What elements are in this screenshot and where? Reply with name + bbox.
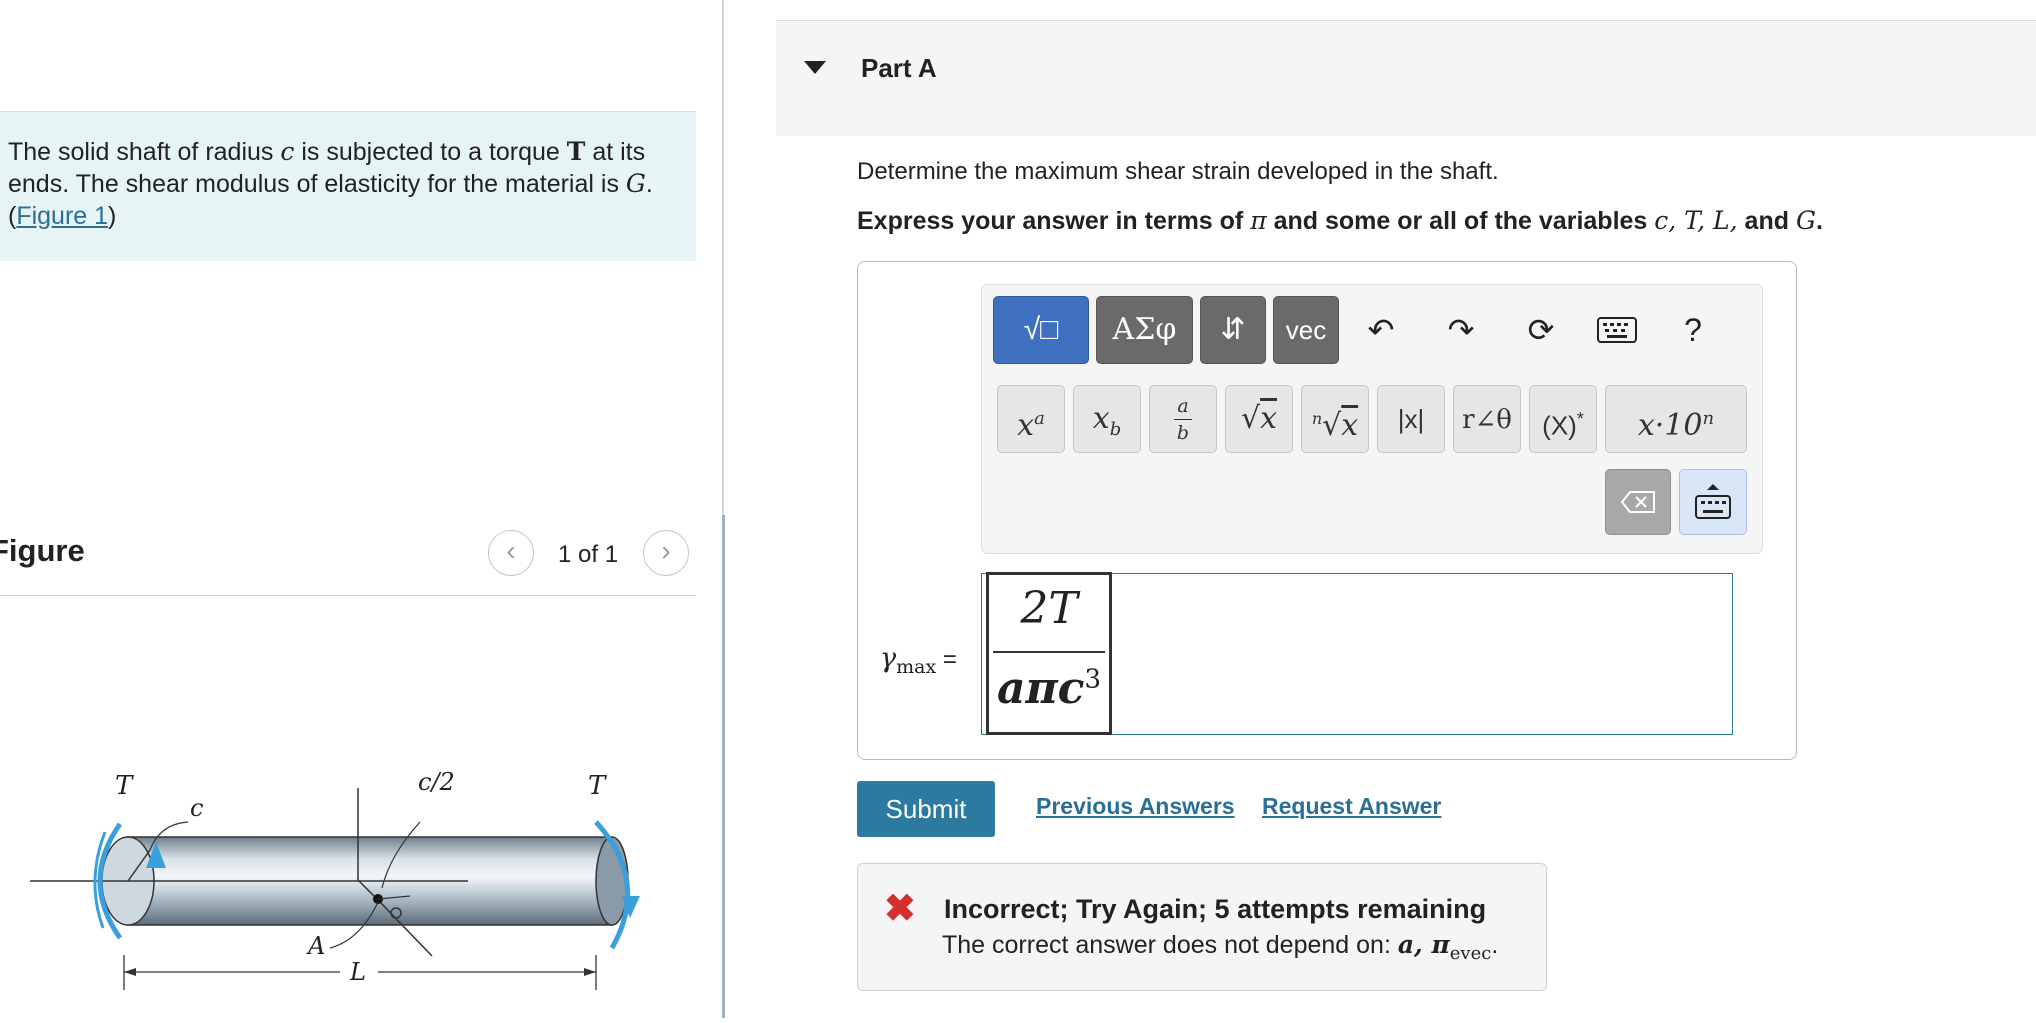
var-T: T — [566, 137, 586, 166]
problem-statement: The solid shaft of radius c is subjected… — [0, 111, 696, 261]
var-pi: π — [1250, 206, 1267, 235]
answer-fraction[interactable]: 2T aπc3 — [986, 572, 1112, 735]
key-sci-notation[interactable]: x·10n — [1605, 385, 1747, 453]
key-polar[interactable]: r∠θ — [1453, 385, 1521, 453]
key-subscript[interactable]: xb — [1073, 385, 1141, 453]
chevron-left-icon: ‹ — [506, 535, 516, 566]
fraction-bar — [993, 651, 1105, 653]
error-x-icon: ✖ — [884, 888, 916, 930]
problem-text: is subjected to a torque — [294, 138, 567, 166]
key-superscript[interactable]: xa — [997, 385, 1065, 453]
figure-prev-button[interactable]: ‹ — [488, 530, 534, 576]
key-fraction[interactable]: ab — [1149, 385, 1217, 453]
feedback-box: ✖ Incorrect; Try Again; 5 attempts remai… — [857, 863, 1547, 991]
shaft-end-right — [595, 836, 629, 926]
label-gamma: γ — [880, 643, 897, 674]
redo-icon[interactable]: ↷ — [1434, 303, 1488, 357]
request-answer-link[interactable]: Request Answer — [1262, 793, 1441, 820]
var-list: c, T, L, — [1654, 206, 1738, 235]
figure-next-button[interactable]: › — [643, 530, 689, 576]
backspace-icon[interactable] — [1605, 469, 1671, 535]
key-abs[interactable]: |x| — [1377, 385, 1445, 453]
label-eq: = — [936, 646, 957, 673]
keyboard-icon[interactable] — [1590, 303, 1644, 357]
var-c: c — [280, 137, 295, 166]
feedback-message: The correct answer does not depend on: a… — [942, 930, 1499, 964]
math-toolbar: √□ ΑΣφ ⇵ vec ↶ ↷ ⟳ ? xa xb ab √x n√x |x|… — [981, 284, 1763, 554]
chevron-right-icon: › — [661, 535, 671, 566]
feedback-vars: a, π — [1397, 930, 1450, 959]
part-title: Part A — [861, 53, 937, 83]
label-L: L — [349, 958, 366, 986]
feedback-title: Incorrect; Try Again; 5 attempts remaini… — [944, 894, 1487, 924]
keyboard-toggle-icon[interactable] — [1679, 469, 1747, 535]
undo-icon[interactable]: ↶ — [1354, 303, 1408, 357]
question-prompt: Determine the maximum shear strain devel… — [857, 158, 1499, 185]
part-header[interactable]: Part A — [776, 20, 2036, 136]
answer-label: γmax = — [880, 643, 957, 678]
var-G: G — [625, 169, 646, 198]
arrows-button[interactable]: ⇵ — [1200, 296, 1266, 364]
pane-scrollbar[interactable] — [722, 515, 725, 1018]
templates-button[interactable]: √□ — [993, 296, 1089, 364]
vec-button[interactable]: vec — [1273, 296, 1339, 364]
problem-pane: The solid shaft of radius c is subjected… — [0, 0, 722, 1018]
label-A: A — [306, 932, 325, 960]
problem-text: ) — [108, 202, 117, 230]
key-nthroot[interactable]: n√x — [1301, 385, 1369, 453]
fraction-denominator: aπc3 — [996, 663, 1102, 714]
key-sqrt[interactable]: √x — [1225, 385, 1293, 453]
submit-button[interactable]: Submit — [857, 781, 995, 837]
caret-down-icon[interactable] — [804, 61, 826, 74]
shaft-figure: T c c/2 T A L — [0, 760, 700, 1018]
figure-header: Figure ‹ 1 of 1 › — [0, 525, 696, 596]
figure-count: 1 of 1 — [558, 541, 619, 568]
label-c-half: c/2 — [418, 768, 455, 796]
greek-button[interactable]: ΑΣφ — [1096, 296, 1193, 364]
label-sub: max — [896, 655, 937, 678]
figure-link[interactable]: Figure 1 — [16, 202, 108, 230]
var-G: G — [1795, 206, 1816, 235]
label-T-left: T — [115, 771, 134, 801]
key-conjugate[interactable]: (X)* — [1529, 385, 1597, 453]
help-button[interactable]: ? — [1666, 303, 1720, 357]
previous-answers-link[interactable]: Previous Answers — [1036, 793, 1235, 820]
question-instruction: Express your answer in terms of π and so… — [857, 206, 1823, 235]
shaft-diagram: T c c/2 T A L — [30, 768, 640, 990]
problem-text: The solid shaft of radius — [8, 138, 281, 166]
label-T-right: T — [588, 771, 607, 801]
label-c: c — [190, 794, 203, 822]
figure-title: Figure — [0, 533, 85, 568]
reset-icon[interactable]: ⟳ — [1514, 303, 1568, 357]
fraction-numerator: 2T — [1020, 583, 1078, 634]
